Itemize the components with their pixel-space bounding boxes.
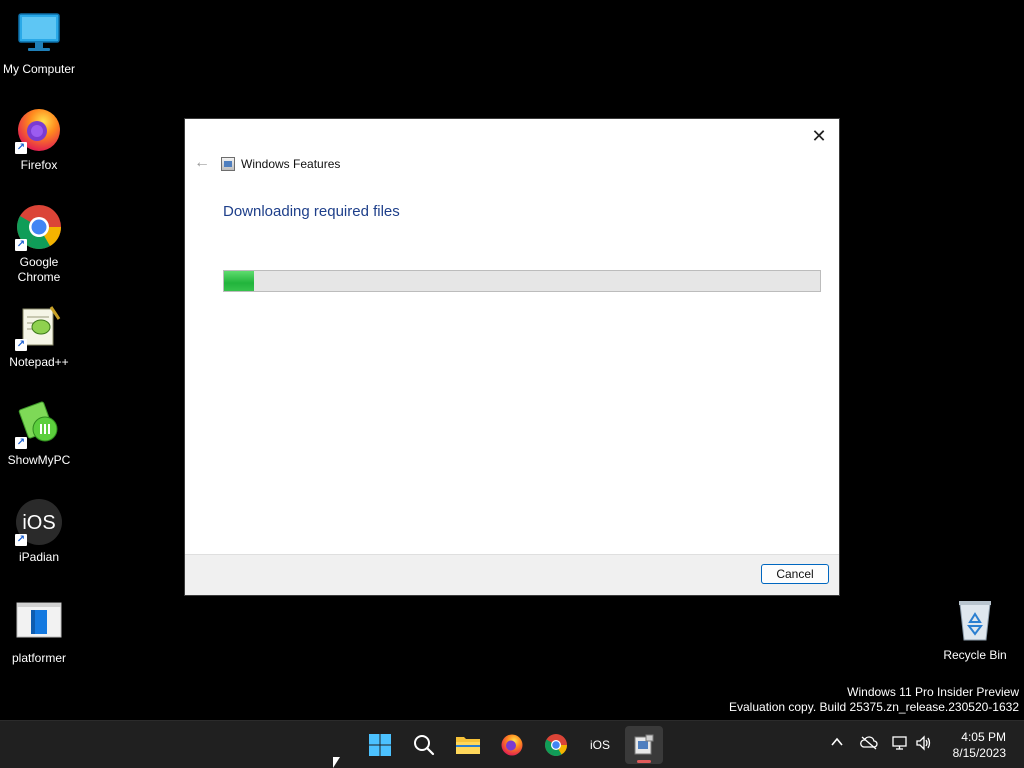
taskbar: iOS 4:05 PM 8/15/2023 bbox=[0, 720, 1024, 768]
shortcut-arrow-icon: ↗ bbox=[15, 142, 27, 154]
windows-features-dialog: ✕ ← Windows Features Downloading require… bbox=[184, 118, 840, 596]
watermark-line-2: Evaluation copy. Build 25375.zn_release.… bbox=[729, 700, 1019, 714]
desktop-icon-label: Firefox bbox=[20, 158, 58, 172]
network-status[interactable] bbox=[890, 735, 910, 755]
search-icon bbox=[414, 735, 435, 756]
windows-logo-icon bbox=[369, 734, 391, 756]
dialog-heading: Downloading required files bbox=[223, 203, 400, 220]
active-app-indicator bbox=[637, 760, 651, 763]
desktop-icon-label: Google Chrome bbox=[17, 255, 61, 284]
desktop-icon-recycle-bin[interactable]: Recycle Bin bbox=[936, 596, 1014, 663]
recycle-bin-icon bbox=[951, 596, 999, 644]
desktop-icon-firefox[interactable]: ↗ Firefox bbox=[0, 106, 78, 173]
mouse-cursor bbox=[333, 757, 340, 768]
desktop-icon-label: Notepad++ bbox=[9, 355, 69, 369]
download-progress-bar bbox=[223, 270, 821, 292]
computer-icon bbox=[15, 10, 63, 58]
shortcut-arrow-icon: ↗ bbox=[15, 534, 27, 546]
speaker-icon bbox=[916, 735, 931, 751]
desktop-icon-label: My Computer bbox=[2, 62, 76, 76]
ipadian-icon: iOS bbox=[589, 738, 610, 752]
desktop-icon-label: ShowMyPC bbox=[7, 453, 71, 467]
desktop-icon-my-computer[interactable]: My Computer bbox=[0, 10, 78, 77]
desktop-icon-label: platformer bbox=[11, 651, 67, 665]
chrome-icon: ↗ bbox=[15, 203, 63, 251]
desktop-icon-notepadpp[interactable]: ↗ Notepad++ bbox=[0, 303, 78, 370]
dialog-footer: Cancel bbox=[185, 554, 839, 595]
desktop-icon-platformer[interactable]: platformer bbox=[0, 599, 78, 666]
notepadpp-icon: ↗ bbox=[15, 303, 63, 351]
system-clock[interactable]: 4:05 PM 8/15/2023 bbox=[953, 729, 1006, 761]
ipadian-taskbar-button[interactable]: iOS bbox=[581, 726, 619, 764]
showmypc-icon: ↗ bbox=[15, 401, 63, 449]
close-button[interactable]: ✕ bbox=[805, 123, 833, 149]
shortcut-arrow-icon: ↗ bbox=[15, 437, 27, 449]
chrome-taskbar-button[interactable] bbox=[537, 726, 575, 764]
chrome-icon bbox=[545, 734, 567, 756]
desktop-icon-ipadian[interactable]: iOS ↗ iPadian bbox=[0, 498, 78, 565]
folder-icon bbox=[456, 737, 480, 754]
desktop-icon-showmypc[interactable]: ↗ ShowMyPC bbox=[0, 401, 78, 468]
clock-time: 4:05 PM bbox=[961, 730, 1006, 744]
volume-control[interactable] bbox=[914, 735, 934, 755]
watermark-line-1: Windows 11 Pro Insider Preview bbox=[847, 685, 1019, 699]
ipadian-glyph-text: iOS bbox=[22, 512, 55, 534]
file-explorer-button[interactable] bbox=[449, 726, 487, 764]
desktop: My Computer ↗ Firefox ↗ Google Chrome ↗ … bbox=[0, 0, 1024, 720]
desktop-icon-label: Recycle Bin bbox=[943, 648, 1007, 662]
dialog-title: Windows Features bbox=[241, 157, 341, 171]
desktop-icon-google-chrome[interactable]: ↗ Google Chrome bbox=[0, 203, 78, 285]
firefox-icon: ↗ bbox=[15, 106, 63, 154]
firefox-taskbar-button[interactable] bbox=[493, 726, 531, 764]
cancel-button[interactable]: Cancel bbox=[761, 564, 829, 584]
progress-fill bbox=[224, 271, 254, 291]
ipadian-icon: iOS ↗ bbox=[15, 498, 63, 546]
shortcut-arrow-icon: ↗ bbox=[15, 339, 27, 351]
windows-watermark: Windows 11 Pro Insider Preview Evaluatio… bbox=[729, 685, 1019, 715]
back-button[interactable]: ← bbox=[191, 153, 213, 173]
windows-features-icon bbox=[634, 734, 654, 755]
network-icon bbox=[892, 736, 907, 750]
onedrive-status[interactable] bbox=[859, 735, 879, 755]
desktop-icon-label: iPadian bbox=[18, 550, 60, 564]
windows-features-taskbar-button[interactable] bbox=[625, 726, 663, 764]
shortcut-arrow-icon: ↗ bbox=[15, 239, 27, 251]
platformer-icon bbox=[15, 599, 63, 647]
clock-date: 8/15/2023 bbox=[952, 746, 1006, 760]
dialog-title-row: Windows Features bbox=[221, 155, 340, 173]
chevron-up-icon bbox=[831, 737, 843, 746]
firefox-icon bbox=[501, 734, 523, 756]
start-button[interactable] bbox=[361, 726, 399, 764]
windows-features-icon bbox=[221, 157, 235, 171]
cloud-offline-icon bbox=[860, 736, 878, 750]
search-button[interactable] bbox=[405, 726, 443, 764]
show-hidden-icons-button[interactable] bbox=[827, 735, 847, 755]
